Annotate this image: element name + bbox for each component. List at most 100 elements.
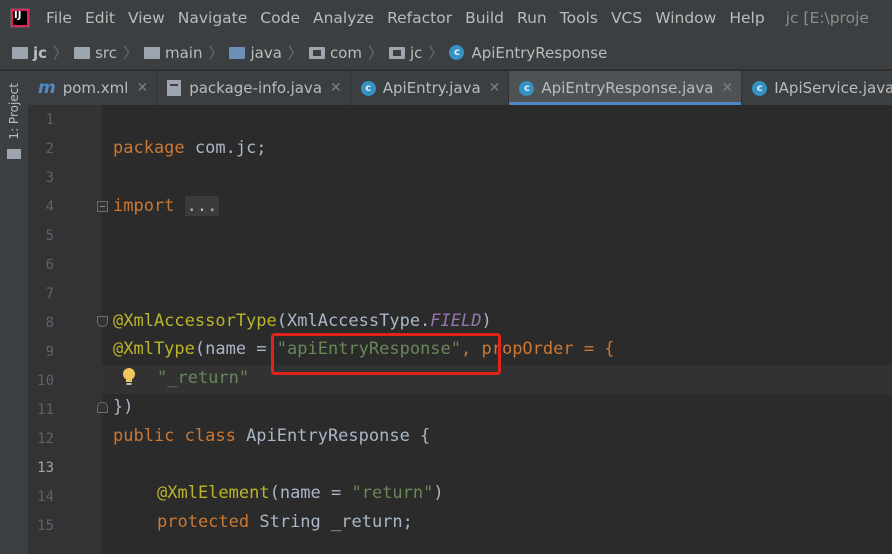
highlight-annotation-box bbox=[271, 333, 501, 375]
class-icon: c bbox=[752, 80, 768, 96]
breadcrumb-item-com[interactable]: com bbox=[308, 44, 362, 62]
editor-tab-bar: m pom.xml ✕ package-info.java ✕ c ApiEnt… bbox=[28, 71, 892, 105]
close-icon[interactable]: ✕ bbox=[330, 80, 342, 96]
menu-bar: IJ File Edit View Navigate Code Analyze … bbox=[0, 0, 892, 36]
fold-expand-icon[interactable] bbox=[97, 201, 108, 212]
close-icon[interactable]: ✕ bbox=[136, 80, 148, 96]
breadcrumb-label: jc bbox=[410, 43, 423, 62]
breadcrumb-item-class[interactable]: c ApiEntryResponse bbox=[449, 44, 607, 62]
line-number: 15 bbox=[37, 518, 54, 534]
code-text: (XmlAccessType. bbox=[276, 311, 431, 331]
menu-view[interactable]: View bbox=[128, 9, 165, 27]
class-icon: c bbox=[449, 45, 465, 60]
code-line: @XmlElement(name = "return") bbox=[157, 483, 444, 503]
line-number: 3 bbox=[45, 170, 54, 186]
menu-help[interactable]: Help bbox=[729, 9, 764, 27]
line-number: 12 bbox=[37, 431, 54, 447]
line-number: 1 bbox=[45, 112, 54, 128]
code-line: package com.jc; bbox=[113, 138, 267, 158]
chevron-right-icon: 〉 bbox=[122, 44, 138, 62]
code-line: public class ApiEntryResponse { bbox=[113, 426, 430, 446]
code-text: String _return; bbox=[249, 512, 413, 532]
chevron-right-icon: 〉 bbox=[367, 44, 383, 62]
class-icon: c bbox=[360, 80, 376, 96]
tab-label: ApiEntryResponse.java bbox=[541, 79, 714, 97]
tab-api-entry[interactable]: c ApiEntry.java ✕ bbox=[351, 71, 510, 105]
line-number: 8 bbox=[45, 315, 54, 331]
breadcrumb-item-main[interactable]: main bbox=[143, 43, 203, 62]
breadcrumb-item-jc-project[interactable]: jc bbox=[12, 44, 47, 62]
tab-iapi-service[interactable]: c IApiService.java ✕ bbox=[742, 71, 892, 105]
folded-imports[interactable]: ... bbox=[184, 196, 220, 216]
code-text: com.jc; bbox=[184, 138, 267, 158]
line-number: 9 bbox=[45, 344, 54, 360]
menu-edit[interactable]: Edit bbox=[85, 9, 115, 27]
chevron-right-icon: 〉 bbox=[287, 44, 303, 62]
line-number: 6 bbox=[45, 257, 54, 273]
menu-refactor[interactable]: Refactor bbox=[387, 9, 452, 27]
tab-package-info[interactable]: package-info.java ✕ bbox=[157, 71, 351, 105]
menu-analyze[interactable]: Analyze bbox=[313, 9, 374, 27]
tab-pom-xml[interactable]: m pom.xml ✕ bbox=[28, 71, 158, 105]
menu-code[interactable]: Code bbox=[260, 9, 300, 27]
maven-icon: m bbox=[38, 78, 56, 98]
code-annotation: @XmlType bbox=[113, 339, 195, 359]
fold-start-icon[interactable] bbox=[97, 316, 108, 327]
breadcrumb-label: jc bbox=[33, 43, 48, 62]
tab-label: ApiEntry.java bbox=[382, 79, 481, 97]
window-title: jc [E:\proje bbox=[785, 9, 869, 27]
chevron-right-icon: 〉 bbox=[208, 44, 224, 62]
menu-tools[interactable]: Tools bbox=[560, 9, 598, 27]
class-icon: c bbox=[519, 80, 535, 96]
package-icon bbox=[308, 46, 325, 59]
code-line: "_return" bbox=[157, 368, 249, 388]
lightbulb-icon[interactable] bbox=[122, 367, 136, 387]
breadcrumb-item-java[interactable]: java bbox=[229, 43, 282, 62]
folder-icon bbox=[74, 46, 91, 59]
close-icon[interactable]: ✕ bbox=[489, 80, 501, 96]
menu-navigate[interactable]: Navigate bbox=[178, 9, 248, 27]
menu-window[interactable]: Window bbox=[655, 9, 716, 27]
code-keyword: import bbox=[113, 196, 175, 216]
line-number: 10 bbox=[37, 373, 54, 389]
source-folder-icon bbox=[229, 46, 246, 59]
breadcrumb-item-jc-package[interactable]: jc bbox=[389, 44, 422, 62]
fold-end-icon[interactable] bbox=[97, 402, 108, 413]
line-number: 5 bbox=[45, 228, 54, 244]
line-number: 7 bbox=[45, 286, 54, 302]
code-text: ) bbox=[433, 483, 444, 503]
code-text: (name = bbox=[269, 483, 352, 503]
breadcrumb: jc 〉 src 〉 main 〉 java 〉 com 〉 jc 〉 c Ap… bbox=[0, 36, 892, 70]
menu-run[interactable]: Run bbox=[517, 9, 547, 27]
code-keyword: public class bbox=[113, 426, 236, 446]
code-line: protected String _return; bbox=[157, 512, 413, 532]
breadcrumb-label: main bbox=[164, 43, 203, 62]
menu-build[interactable]: Build bbox=[465, 9, 504, 27]
code-string: "return" bbox=[351, 483, 434, 503]
menu-vcs[interactable]: VCS bbox=[611, 9, 642, 27]
code-text: ) bbox=[481, 311, 492, 331]
folder-icon bbox=[12, 46, 28, 59]
breadcrumb-item-src[interactable]: src bbox=[74, 44, 117, 62]
breadcrumb-label: java bbox=[250, 43, 282, 62]
tab-label: IApiService.java bbox=[774, 79, 892, 97]
code-annotation: @XmlAccessorType bbox=[113, 311, 277, 331]
line-number: 4 bbox=[45, 199, 54, 215]
code-keyword: protected bbox=[157, 512, 250, 532]
breadcrumb-label: ApiEntryResponse bbox=[471, 43, 608, 62]
code-line: @XmlAccessorType(XmlAccessType.FIELD) bbox=[113, 311, 492, 331]
code-string: "_return" bbox=[157, 368, 250, 388]
code-line: }) bbox=[113, 397, 133, 417]
chevron-right-icon: 〉 bbox=[428, 44, 444, 62]
line-number-current: 13 bbox=[37, 460, 54, 476]
line-number: 11 bbox=[37, 402, 54, 418]
code-text: ApiEntryResponse { bbox=[235, 426, 431, 446]
menu-file[interactable]: File bbox=[46, 9, 72, 27]
tab-api-entry-response[interactable]: c ApiEntryResponse.java ✕ bbox=[509, 71, 743, 105]
breadcrumb-label: src bbox=[95, 43, 117, 62]
package-info-icon bbox=[167, 80, 182, 96]
line-number: 2 bbox=[45, 141, 54, 157]
close-icon[interactable]: ✕ bbox=[722, 80, 734, 96]
line-number: 14 bbox=[37, 489, 54, 505]
code-text: (name = bbox=[194, 339, 277, 359]
